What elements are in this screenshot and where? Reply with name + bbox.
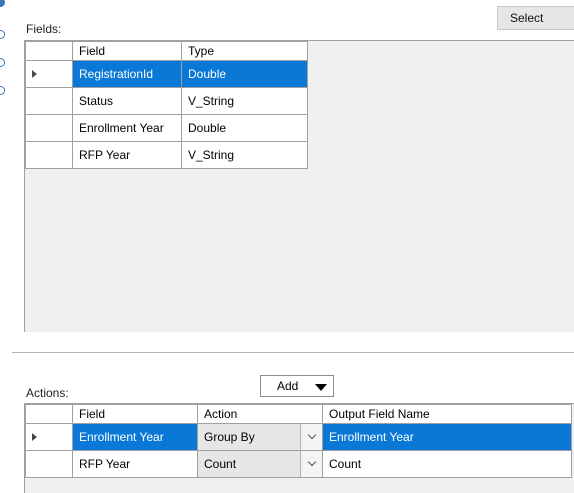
field-cell[interactable]: RegistrationId <box>72 60 182 88</box>
type-cell[interactable]: Double <box>181 60 308 88</box>
nav-dot-icon-3[interactable] <box>0 58 5 67</box>
row-selector[interactable] <box>25 141 73 169</box>
select-button[interactable]: Select <box>497 6 574 30</box>
table-row[interactable]: RegistrationId Double <box>25 60 308 88</box>
actions-header-row: Field Action Output Field Name <box>25 404 572 424</box>
fields-header-row: Field Type <box>25 41 308 61</box>
action-dropdown[interactable]: Group By <box>197 423 323 451</box>
output-field-cell[interactable]: Enrollment Year <box>322 423 572 451</box>
action-value: Group By <box>204 430 255 444</box>
field-cell[interactable]: RFP Year <box>72 450 198 478</box>
actions-label: Actions: <box>26 386 69 400</box>
action-dropdown[interactable]: Count <box>197 450 323 478</box>
table-row[interactable]: Status V_String <box>25 87 308 115</box>
fields-panel: Field Type RegistrationId Double Status … <box>24 40 574 332</box>
actions-panel: Field Action Output Field Name Enrollmen… <box>24 403 574 493</box>
action-value: Count <box>204 457 237 471</box>
add-dropdown-label: Add <box>277 379 299 393</box>
row-selector[interactable] <box>25 114 73 142</box>
type-cell[interactable]: V_String <box>181 87 308 115</box>
type-cell[interactable]: V_String <box>181 141 308 169</box>
panel-divider[interactable] <box>12 352 574 353</box>
table-row[interactable]: Enrollment Year Group By Enrollment Year <box>25 423 572 451</box>
type-cell[interactable]: Double <box>181 114 308 142</box>
field-cell[interactable]: Enrollment Year <box>72 423 198 451</box>
chevron-down-icon[interactable] <box>300 451 322 477</box>
row-selector[interactable] <box>25 60 73 88</box>
row-selector[interactable] <box>25 87 73 115</box>
output-field-cell[interactable]: Count <box>322 450 572 478</box>
column-header-output-field-name[interactable]: Output Field Name <box>322 404 572 424</box>
row-selector[interactable] <box>25 450 73 478</box>
field-cell[interactable]: Status <box>72 87 182 115</box>
side-nav <box>0 0 8 100</box>
row-header-corner <box>25 404 73 424</box>
table-row[interactable]: RFP Year Count Count <box>25 450 572 478</box>
column-header-field[interactable]: Field <box>72 41 182 61</box>
table-row[interactable]: RFP Year V_String <box>25 141 308 169</box>
column-header-type[interactable]: Type <box>181 41 308 61</box>
row-pointer-icon <box>31 430 39 443</box>
nav-dot-icon-2[interactable] <box>0 30 5 39</box>
field-cell[interactable]: Enrollment Year <box>72 114 182 142</box>
field-cell[interactable]: RFP Year <box>72 141 182 169</box>
row-header-corner <box>25 41 73 61</box>
row-pointer-icon <box>31 67 39 80</box>
nav-dot-icon-1[interactable] <box>0 0 5 7</box>
fields-table: Field Type RegistrationId Double Status … <box>25 41 308 169</box>
column-header-action[interactable]: Action <box>197 404 323 424</box>
fields-label: Fields: <box>26 22 62 36</box>
nav-dot-icon-4[interactable] <box>0 86 5 95</box>
add-dropdown[interactable]: Add <box>260 375 334 397</box>
chevron-down-icon[interactable] <box>300 424 322 450</box>
column-header-field[interactable]: Field <box>72 404 198 424</box>
actions-table: Field Action Output Field Name Enrollmen… <box>25 404 572 478</box>
row-selector[interactable] <box>25 423 73 451</box>
table-row[interactable]: Enrollment Year Double <box>25 114 308 142</box>
dropdown-arrow-icon <box>315 384 327 391</box>
